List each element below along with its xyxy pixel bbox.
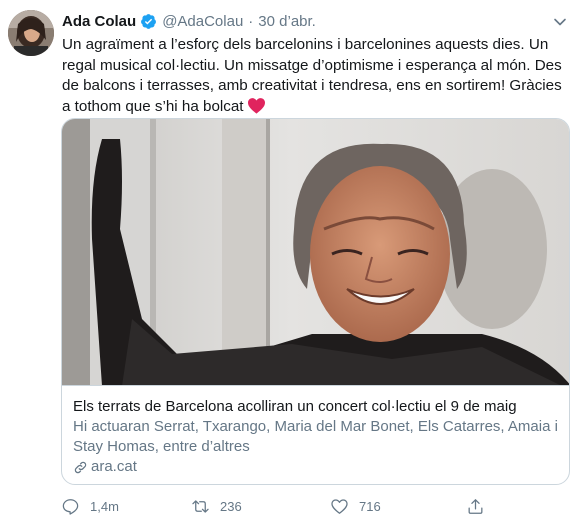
avatar[interactable] xyxy=(8,10,54,56)
share-button[interactable] xyxy=(466,494,495,518)
reply-icon xyxy=(62,498,79,515)
tweet[interactable]: Ada Colau @AdaColau · 30 d’abr. Un agraï… xyxy=(0,0,586,521)
avatar-image xyxy=(8,10,54,56)
card-body: Els terrats de Barcelona acolliran un co… xyxy=(73,397,563,477)
tweet-text-content: Un agraïment a l’esforç dels barcelonins… xyxy=(62,36,562,115)
reply-count: 1,4m xyxy=(90,498,119,514)
card-domain: ara.cat xyxy=(73,457,563,477)
tweet-text: Un agraïment a l’esforç dels barcelonins… xyxy=(62,35,574,117)
tweet-actions: 1,4m 236 716 xyxy=(61,494,491,518)
red-heart-emoji-icon xyxy=(247,97,265,114)
more-options-button[interactable] xyxy=(548,10,572,34)
chevron-down-icon xyxy=(554,18,566,26)
card-image xyxy=(62,119,569,386)
retweet-count: 236 xyxy=(220,498,242,514)
verified-badge-icon xyxy=(141,13,157,29)
timestamp[interactable]: 30 d’abr. xyxy=(258,13,316,30)
like-button[interactable]: 716 xyxy=(330,494,381,518)
like-heart-icon xyxy=(331,498,348,514)
link-card[interactable]: Els terrats de Barcelona acolliran un co… xyxy=(61,118,570,485)
author-handle[interactable]: @AdaColau xyxy=(162,13,243,30)
tweet-header: Ada Colau @AdaColau · 30 d’abr. xyxy=(62,11,316,31)
card-description: Hi actuaran Serrat, Txarango, Maria del … xyxy=(73,418,558,455)
card-domain-text: ara.cat xyxy=(91,458,137,475)
separator-dot: · xyxy=(248,12,254,30)
share-icon xyxy=(468,498,483,514)
card-title: Els terrats de Barcelona acolliran un co… xyxy=(73,398,517,415)
retweet-button[interactable]: 236 xyxy=(191,494,242,518)
retweet-icon xyxy=(192,499,209,513)
link-icon xyxy=(74,461,87,473)
card-photo xyxy=(62,119,569,385)
reply-button[interactable]: 1,4m xyxy=(61,494,119,518)
like-count: 716 xyxy=(359,498,381,514)
author-name[interactable]: Ada Colau xyxy=(62,13,136,30)
